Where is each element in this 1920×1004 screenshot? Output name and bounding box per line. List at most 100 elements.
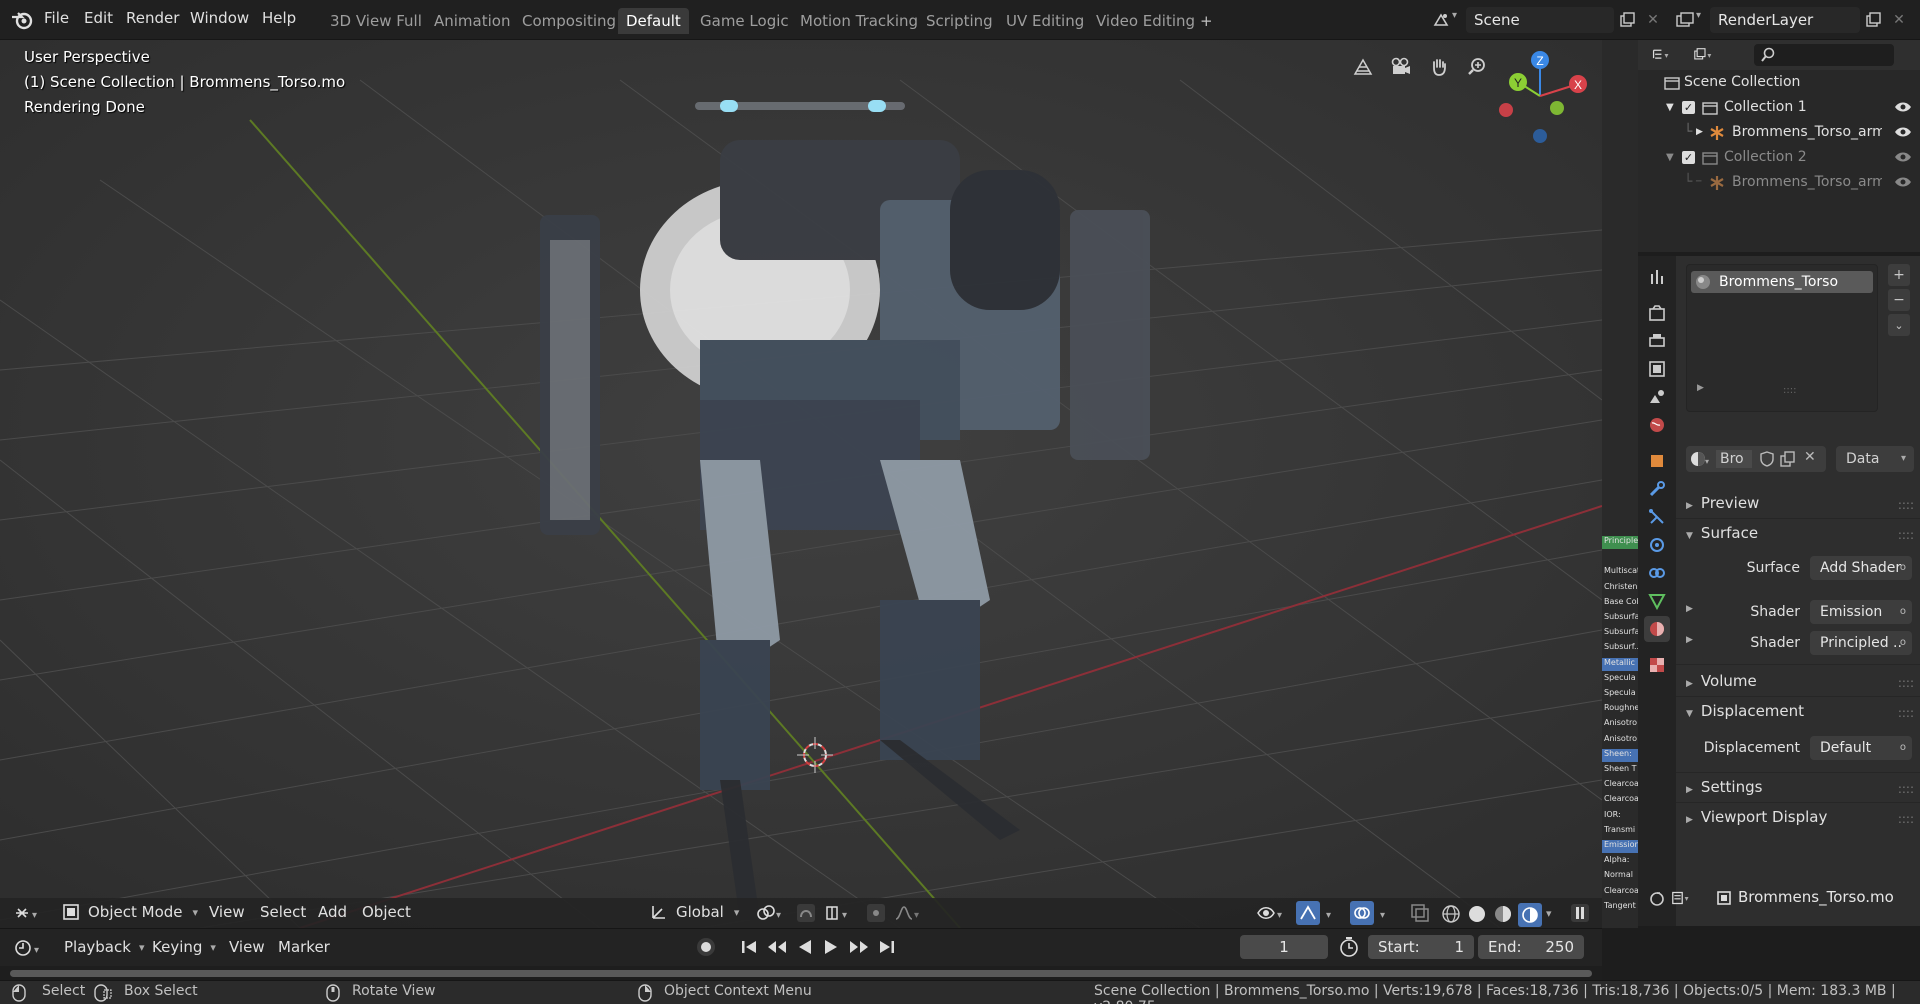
viewport-menu-object[interactable]: Object: [362, 903, 411, 921]
node-socket-label[interactable]: Anisotro: [1602, 734, 1638, 747]
node-socket-label[interactable]: Subsurfa: [1602, 612, 1638, 625]
panel-preview-header[interactable]: ▶ Preview: [1686, 494, 1759, 512]
node-socket-label[interactable]: Alpha:: [1602, 855, 1638, 868]
play-reverse-icon[interactable]: [796, 938, 814, 956]
node-socket-label[interactable]: Anisotro: [1602, 718, 1638, 731]
play-icon[interactable]: [822, 938, 840, 956]
jump-end-icon[interactable]: [878, 938, 896, 956]
drag-handle-icon[interactable]: ::::: [1898, 676, 1914, 690]
visibility-icon[interactable]: ▾: [1256, 903, 1286, 927]
object-tab-icon[interactable]: [1644, 448, 1670, 474]
gizmo-toggle-icon[interactable]: ▾: [1296, 901, 1340, 928]
outliner-row-collection-1[interactable]: ▼ ✓ Collection 1: [1638, 95, 1920, 120]
wireframe-shading-icon[interactable]: [1440, 903, 1462, 925]
outliner-row-armature-2[interactable]: └ ─ Brommens_Torso_arm: [1638, 170, 1920, 195]
node-socket-label[interactable]: [1602, 551, 1638, 564]
expand-arrow-icon[interactable]: ▶: [1696, 120, 1703, 145]
material-specials-button[interactable]: ⌄: [1888, 314, 1910, 336]
visibility-eye-icon[interactable]: [1894, 175, 1912, 189]
falloff-icon[interactable]: ▾: [894, 903, 924, 927]
viewport-menu-add[interactable]: Add: [318, 903, 347, 921]
shader1-field[interactable]: Emission o: [1810, 600, 1912, 624]
properties-editor-type-icon[interactable]: ▾: [1672, 887, 1694, 909]
xray-toggle-icon[interactable]: [1410, 903, 1430, 927]
link-dropdown[interactable]: Data ▾: [1836, 446, 1914, 472]
drag-handle-icon[interactable]: ::::: [1898, 812, 1914, 826]
constraints-tab-icon[interactable]: [1644, 560, 1670, 586]
timeline-scrollbar[interactable]: [10, 970, 1592, 977]
jump-keyframe-forward-icon[interactable]: [848, 938, 870, 956]
displacement-field[interactable]: Default o: [1810, 736, 1912, 760]
view-layer-field[interactable]: RenderLayer: [1710, 7, 1860, 33]
resize-handle-icon[interactable]: ::::: [1783, 385, 1796, 396]
node-socket-label[interactable]: Sheen:: [1602, 748, 1638, 762]
node-socket-label[interactable]: Christen: [1602, 582, 1638, 595]
tab-video-editing[interactable]: Video Editing: [1088, 8, 1203, 34]
texture-tab-icon[interactable]: [1644, 652, 1670, 678]
preview-range-icon[interactable]: [1338, 936, 1360, 962]
object-data-tab-icon[interactable]: [1644, 588, 1670, 614]
drag-handle-icon[interactable]: ::::: [1898, 706, 1914, 720]
sync-icon[interactable]: [1644, 886, 1670, 912]
node-socket-label[interactable]: Metallic: [1602, 657, 1638, 671]
physics-tab-icon[interactable]: [1644, 532, 1670, 558]
tool-settings-tab-icon[interactable]: [1644, 264, 1670, 290]
drag-handle-icon[interactable]: ::::: [1898, 498, 1914, 512]
material-preview-icon[interactable]: [1492, 903, 1514, 925]
pan-view-hand-icon[interactable]: [1422, 50, 1456, 84]
tab-animation[interactable]: Animation: [426, 8, 518, 34]
add-workspace-button[interactable]: +: [1192, 8, 1221, 34]
checkbox-icon[interactable]: ✓: [1682, 101, 1695, 114]
new-scene-icon[interactable]: [1616, 9, 1638, 31]
scene-tab-icon[interactable]: [1644, 384, 1670, 410]
outliner-scene-collection[interactable]: Scene Collection: [1638, 70, 1920, 95]
3d-viewport[interactable]: User Perspective (1) Scene Collection | …: [0, 40, 1602, 928]
material-browse-icon[interactable]: ▾: [1690, 450, 1710, 468]
expand-arrow-icon[interactable]: ▼: [1666, 95, 1674, 120]
delete-view-layer-icon[interactable]: ✕: [1888, 9, 1910, 31]
node-socket-label[interactable]: Normal: [1602, 870, 1638, 883]
expand-arrow-icon[interactable]: ▶: [1686, 604, 1693, 614]
expand-arrow-icon[interactable]: ▼: [1666, 145, 1674, 170]
pivot-point-icon[interactable]: ▾: [756, 903, 786, 927]
fake-user-shield-icon[interactable]: [1760, 451, 1774, 467]
end-frame-field[interactable]: End: 250: [1478, 935, 1584, 959]
new-view-layer-icon[interactable]: [1862, 9, 1884, 31]
snap-target-icon[interactable]: ▾: [824, 903, 854, 927]
expand-arrow-icon[interactable]: ▶: [1686, 635, 1693, 645]
particles-tab-icon[interactable]: [1644, 504, 1670, 530]
panel-surface-header[interactable]: ▼ Surface: [1686, 524, 1758, 542]
node-socket-label[interactable]: Subsurfa: [1602, 627, 1638, 640]
outliner-row-armature-1[interactable]: └ ▶ Brommens_Torso_arm: [1638, 120, 1920, 145]
panel-viewport-display-header[interactable]: ▶ Viewport Display: [1686, 808, 1827, 826]
toggle-camera-view-icon[interactable]: [1346, 50, 1380, 84]
node-socket-label[interactable]: Clearcoa: [1602, 886, 1638, 899]
rendered-shading-icon[interactable]: [1518, 903, 1542, 927]
tab-default[interactable]: Default: [618, 8, 689, 34]
node-socket-label[interactable]: Emission: [1602, 840, 1638, 853]
node-socket-label[interactable]: Principle: [1602, 536, 1638, 549]
object-mode-dropdown[interactable]: Object Mode ▾: [62, 903, 198, 921]
proportional-editing-icon[interactable]: [866, 903, 886, 927]
panel-settings-header[interactable]: ▶ Settings: [1686, 778, 1762, 796]
chevron-down-icon[interactable]: ▾: [1546, 907, 1552, 927]
scene-name-field[interactable]: Scene: [1466, 7, 1614, 33]
output-tab-icon[interactable]: [1644, 328, 1670, 354]
add-material-slot-button[interactable]: +: [1888, 264, 1910, 286]
visibility-eye-icon[interactable]: [1894, 100, 1912, 114]
camera-view-icon[interactable]: [1384, 50, 1418, 84]
menu-help[interactable]: Help: [258, 9, 300, 27]
material-slot-item[interactable]: Brommens_Torso: [1691, 271, 1873, 293]
remove-material-slot-button[interactable]: −: [1888, 289, 1910, 311]
node-socket-label[interactable]: Subsurf..: [1602, 642, 1638, 655]
material-datablock-selector[interactable]: ▾ Bro ✕: [1686, 446, 1826, 472]
render-tab-icon[interactable]: [1644, 300, 1670, 326]
view-layer-icon[interactable]: [1674, 9, 1696, 31]
tab-motion-tracking[interactable]: Motion Tracking: [792, 8, 926, 34]
checkbox-icon[interactable]: ✓: [1682, 151, 1695, 164]
visibility-eye-icon[interactable]: [1894, 125, 1912, 139]
blender-logo-icon[interactable]: [10, 8, 34, 32]
node-socket-label[interactable]: Multiscat: [1602, 566, 1638, 579]
zoom-view-icon[interactable]: [1460, 50, 1494, 84]
node-socket-label[interactable]: Clearcoa: [1602, 779, 1638, 792]
